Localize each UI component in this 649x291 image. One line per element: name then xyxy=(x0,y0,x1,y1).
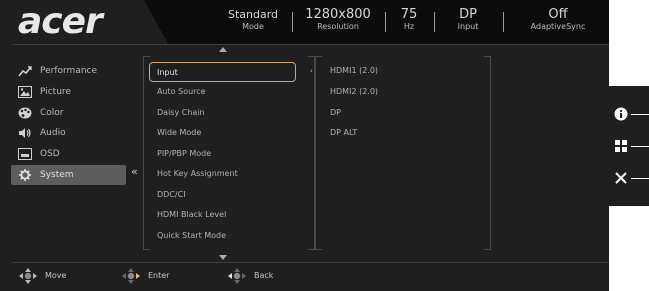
menu-item-pip-pbp-mode[interactable]: PIP/PBP Mode xyxy=(157,144,297,164)
sidebar-item-audio[interactable]: Audio xyxy=(11,123,126,143)
picture-icon xyxy=(18,86,32,98)
hotkey-close[interactable] xyxy=(609,164,649,194)
menu-item-wide-mode[interactable]: Wide Mode xyxy=(157,123,297,143)
stat-mode-value: Standard xyxy=(227,8,279,21)
dpad-enter-icon xyxy=(122,268,140,284)
stat-input-value: DP xyxy=(459,7,477,22)
grid-icon xyxy=(615,140,627,152)
chevron-left-double-icon: « xyxy=(131,165,138,178)
sidebar-item-system[interactable]: System xyxy=(11,165,126,185)
sidebar-item-label: Audio xyxy=(40,128,66,138)
osd-menu: acer Standard Mode 1280x800 Resolution 7… xyxy=(0,0,609,291)
divider xyxy=(503,12,504,32)
menu-item-quick-start-mode[interactable]: Quick Start Mode xyxy=(157,226,297,246)
close-icon xyxy=(615,172,627,184)
header-divider xyxy=(12,44,609,45)
chevron-left-icon: ‹ xyxy=(310,67,313,75)
footer-back-label: Back xyxy=(254,271,274,280)
stat-mode: Standard Mode xyxy=(208,8,298,32)
acer-logo: acer xyxy=(18,1,103,42)
hotkey-line xyxy=(631,178,649,179)
hotkey-line xyxy=(631,146,649,147)
divider xyxy=(385,12,386,32)
sidebar-item-picture[interactable]: Picture xyxy=(11,82,126,102)
performance-icon xyxy=(18,66,32,77)
stat-resolution-value: 1280x800 xyxy=(305,7,371,22)
sidebar-item-label: Picture xyxy=(40,87,71,97)
sidebar-item-label: System xyxy=(40,170,74,180)
hotkey-grid[interactable] xyxy=(609,132,649,162)
color-palette-icon xyxy=(18,107,32,119)
stat-mode-label: Mode xyxy=(242,22,264,31)
hotkey-line xyxy=(631,114,649,115)
stat-adaptivesync-value: Off xyxy=(548,7,568,22)
hotkey-panel xyxy=(609,86,649,206)
osd-icon xyxy=(18,148,32,160)
stat-input: DP Input xyxy=(440,8,496,32)
menu-item-input[interactable]: Input xyxy=(149,62,296,82)
footer-back: Back xyxy=(226,265,306,287)
sidebar-item-color[interactable]: Color xyxy=(11,103,126,123)
hotkey-info[interactable] xyxy=(609,100,649,130)
menu-item-daisy-chain[interactable]: Daisy Chain xyxy=(157,103,297,123)
footer-move: Move xyxy=(17,265,97,287)
status-bar: Standard Mode 1280x800 Resolution 75 Hz … xyxy=(144,0,609,44)
header: acer Standard Mode 1280x800 Resolution 7… xyxy=(0,0,609,44)
bracket xyxy=(143,56,150,250)
scroll-up-icon[interactable] xyxy=(219,47,227,52)
input-option-dp-alt[interactable]: DP ALT xyxy=(330,126,357,140)
input-option-hdmi2[interactable]: HDMI2 (2.0) xyxy=(330,85,378,99)
menu-item-hdmi-black-level[interactable]: HDMI Black Level xyxy=(157,205,297,225)
scroll-down-icon[interactable] xyxy=(219,255,227,260)
menu-item-hot-key-assignment[interactable]: Hot Key Assignment xyxy=(157,164,297,184)
dpad-back-icon xyxy=(228,268,246,284)
footer-enter: Enter xyxy=(120,265,200,287)
stat-adaptivesync-label: AdaptiveSync xyxy=(530,22,586,31)
dpad-move-icon xyxy=(19,268,37,284)
sidebar-item-label: Performance xyxy=(40,66,98,76)
stat-input-label: Input xyxy=(457,22,479,31)
sidebar-item-osd[interactable]: OSD xyxy=(11,144,126,164)
stat-refresh-value: 75 xyxy=(400,7,418,22)
menu-item-auto-source[interactable]: Auto Source xyxy=(157,82,297,102)
stat-refresh: 75 Hz xyxy=(390,8,428,32)
stat-adaptivesync: Off AdaptiveSync xyxy=(513,8,603,32)
info-icon xyxy=(614,107,628,121)
menu-item-ddc-ci[interactable]: DDC/CI xyxy=(157,185,297,205)
input-option-hdmi1[interactable]: HDMI1 (2.0) xyxy=(330,64,378,78)
footer-divider xyxy=(12,262,609,263)
stat-resolution: 1280x800 Resolution xyxy=(298,8,378,32)
bracket xyxy=(315,56,322,250)
input-option-dp[interactable]: DP xyxy=(330,106,341,120)
divider xyxy=(434,12,435,32)
gear-icon xyxy=(19,169,31,181)
stat-resolution-label: Resolution xyxy=(317,22,359,31)
sidebar-item-label: Color xyxy=(40,108,64,118)
bracket xyxy=(484,56,491,250)
footer-move-label: Move xyxy=(45,271,67,280)
sidebar-item-label: OSD xyxy=(40,149,60,159)
sidebar-item-performance[interactable]: Performance xyxy=(11,61,126,81)
footer-enter-label: Enter xyxy=(148,271,170,280)
stat-refresh-label: Hz xyxy=(403,22,415,31)
divider xyxy=(292,12,293,32)
bracket xyxy=(308,56,315,250)
speaker-icon xyxy=(19,128,31,138)
